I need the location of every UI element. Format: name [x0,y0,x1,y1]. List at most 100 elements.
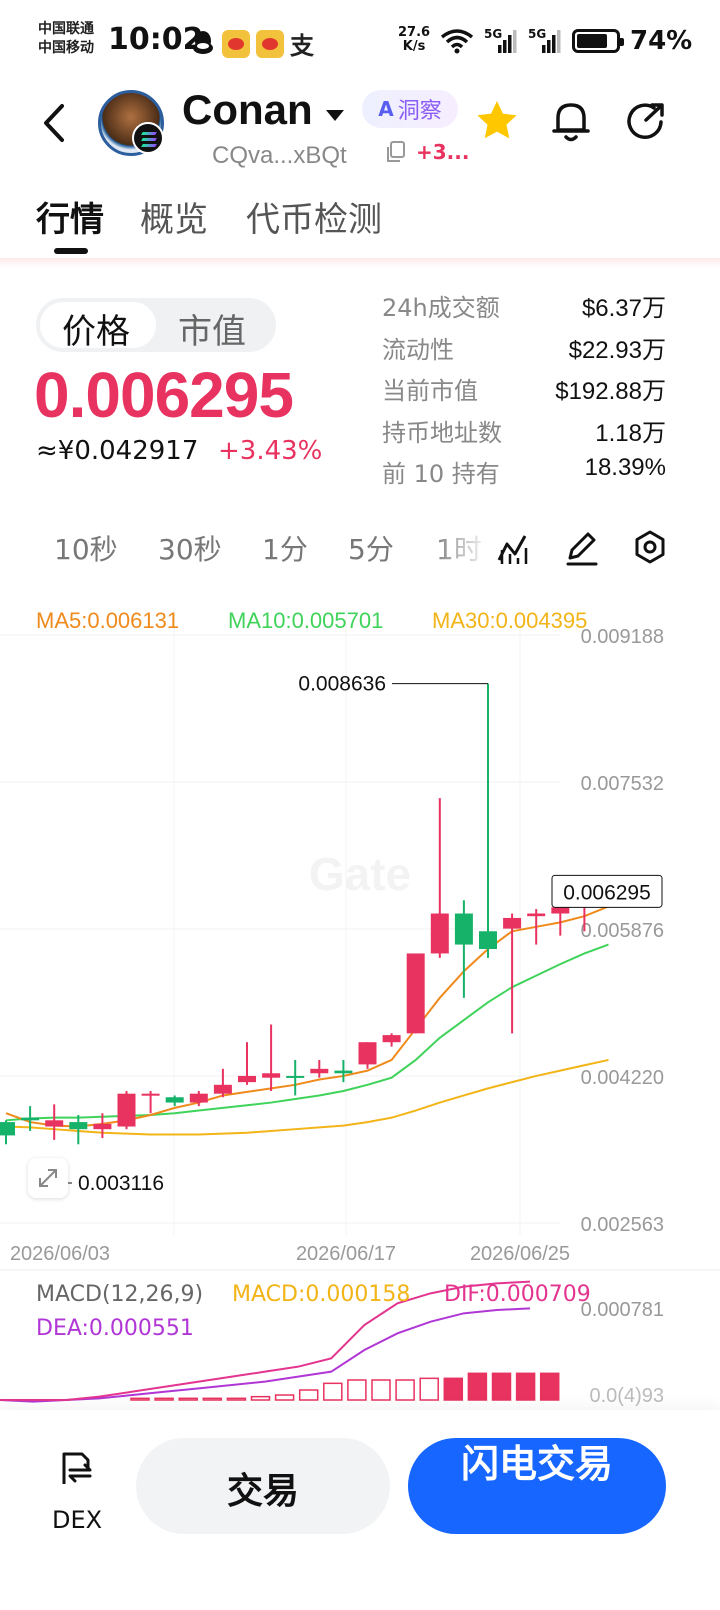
stat-label: 当前市值 [382,377,478,405]
signal-5g-2-icon: 5G [528,27,562,55]
candle-body [93,1123,112,1130]
candle-body [0,1122,15,1136]
settings-gear-icon[interactable] [632,528,668,568]
expand-icon [39,1169,57,1187]
macd-histogram-bar [323,1382,343,1401]
dif-value: DIF:0.000709 [444,1282,591,1307]
stat-label: 24h成交额 [382,294,500,322]
macd-histogram-bar [178,1397,198,1401]
macd-histogram-bar [443,1377,464,1401]
macd-y-tick: 0.0(4)93 [590,1385,665,1407]
macd-histogram-bar [491,1372,512,1401]
stat-value: 1.18万 [595,419,666,447]
macd-histogram-bar [298,1389,319,1401]
ma10-line [5,943,609,1122]
stat-row: 持币地址数 1.18万 [382,409,666,451]
price-cny: ≈¥0.042917 [36,436,199,466]
token-header: Conan A 洞察 CQva...xBQt +3... [0,84,720,184]
macd-histogram-bar [130,1397,150,1401]
watermark-logo: Gate [309,848,411,900]
macd-histogram-bar [202,1397,223,1401]
price-marketcap-toggle: 价格 市值 [36,298,276,352]
status-bar: 中国联通 中国移动 10:02 支 27.6 K/s 5G 5G 74% [0,0,720,84]
notification-icons: 支 [190,26,314,61]
tab-token-check[interactable]: 代币检测 [246,192,382,241]
macd-histogram-bar [154,1397,174,1401]
tab-overview[interactable]: 概览 [140,192,208,241]
macd-histogram-bar [371,1379,391,1401]
interval-1m[interactable]: 1分 [262,528,308,568]
trade-button-label: 交易 [226,1471,299,1512]
candle-body [334,1070,353,1074]
candle-body [527,913,546,917]
battery-icon [572,29,624,53]
bottom-action-bar: DEX 交易 闪电交易 [0,1410,720,1610]
section-divider [0,258,720,268]
macd-title: MACD(12,26,9) [36,1282,204,1307]
y-tick-label: 0.005876 [581,920,664,942]
macd-histogram-bar [467,1372,488,1401]
tab-market[interactable]: 行情 [36,192,104,241]
stat-value: $192.88万 [555,378,666,405]
price-chart[interactable]: 0.009188 0.007532 0.005876 0.004220 0.002563… [0,590,720,1410]
ai-insight-button[interactable]: A 洞察 [362,90,458,128]
low-price-label: 0.003116 [78,1172,164,1195]
draw-pencil-icon[interactable] [564,528,600,568]
stat-label: 持币地址数 [382,418,502,447]
candle-body [479,931,497,950]
alipay-icon: 支 [290,32,314,60]
stat-value: $6.37万 [581,295,666,322]
carrier-labels: 中国联通 中国移动 [38,20,94,58]
stat-row: 24h成交额 $6.37万 [382,284,666,326]
back-icon[interactable] [36,100,72,146]
star-icon[interactable] [474,98,520,144]
ma5-legend: MA5:0.006131 [36,608,180,633]
x-tick-label: 2026/06/17 [296,1243,396,1265]
signal-5g-1-icon: 5G [484,27,518,55]
interval-30s[interactable]: 30秒 [158,528,222,568]
weibo-icon [222,29,250,58]
carrier-2: 中国移动 [38,40,94,56]
candle-body [213,1084,232,1094]
stat-label: 流动性 [382,335,454,364]
stat-row: 前 10 持有 18.39% [382,450,666,492]
dex-swap-icon[interactable] [58,1448,94,1488]
macd-y-tick: 0.000781 [581,1299,664,1321]
trade-button[interactable]: 交易 [136,1438,390,1534]
ai-icon: A [378,97,394,121]
copy-icon[interactable] [384,140,406,164]
candle-body [286,1075,305,1078]
more-chains-badge[interactable]: +3... [416,140,469,164]
candle-body [430,913,449,954]
x-tick-label: 2026/06/03 [10,1243,110,1265]
candle-body [141,1093,160,1096]
stat-row: 当前市值 $192.88万 [382,367,666,409]
candle-body [45,1120,64,1127]
weibo-icon [256,29,284,58]
toggle-marketcap[interactable]: 市值 [178,304,246,353]
solana-chain-icon [132,122,164,154]
flash-trade-button[interactable]: 闪电交易 [408,1438,666,1534]
token-name[interactable]: Conan [182,86,313,134]
dex-label[interactable]: DEX [52,1506,102,1534]
wifi-icon [440,29,474,54]
toggle-price[interactable]: 价格 [62,304,130,353]
bell-icon[interactable] [550,98,592,144]
candle-body [165,1097,184,1103]
token-stats: 24h成交额 $6.37万 流动性 $22.93万 当前市值 $192.88万 … [382,284,666,492]
interval-5m[interactable]: 5分 [348,528,394,568]
y-tick-label: 0.004220 [581,1067,664,1089]
indicator-icon[interactable] [496,528,532,568]
last-price-label: 0.006295 [563,881,651,904]
chevron-down-icon[interactable] [326,110,344,121]
macd-value: MACD:0.000158 [232,1282,411,1307]
stat-row: 流动性 $22.93万 [382,326,666,368]
candle-body [117,1093,136,1127]
candle-body [406,953,425,1034]
macd-histogram-bar [419,1377,439,1401]
candle-body [238,1075,256,1083]
expand-button[interactable] [28,1158,68,1198]
share-icon[interactable] [624,98,666,144]
ma5-line [5,905,609,1128]
interval-10s[interactable]: 10秒 [54,528,118,568]
